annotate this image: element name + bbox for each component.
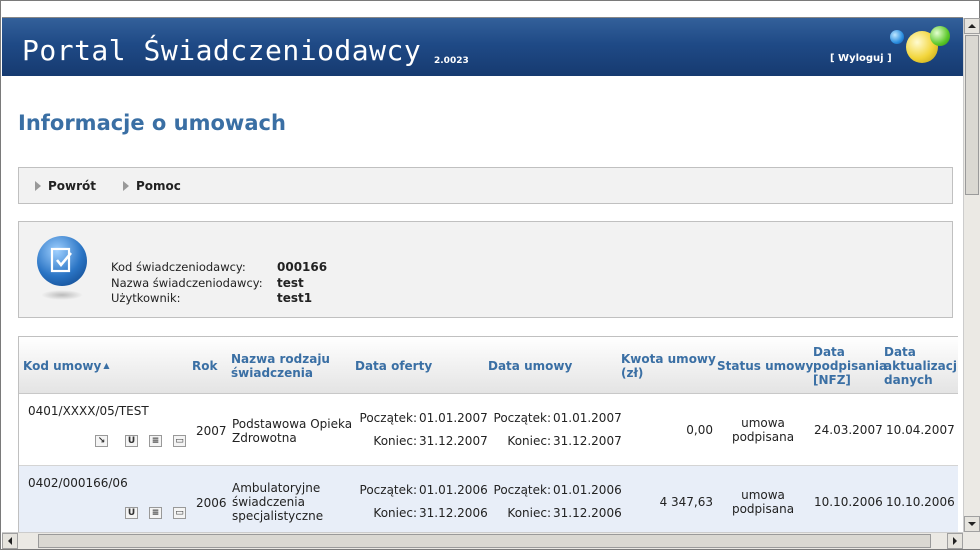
page-viewport: Portal Świadczeniodawcy 2.0023 [ Wyloguj… bbox=[2, 18, 963, 532]
col-header-aktualizacji[interactable]: Data aktualizacji danych bbox=[884, 345, 958, 387]
screen-icon[interactable]: ▭ bbox=[173, 435, 186, 447]
list-icon[interactable]: ≡ bbox=[149, 435, 162, 447]
top-strip bbox=[2, 2, 963, 18]
cell-podpisania: 24.03.2007 bbox=[814, 423, 883, 437]
portal-title: Portal Świadczeniodawcy bbox=[22, 34, 422, 67]
col-header-nazwa[interactable]: Nazwa rodzaju świadczenia bbox=[231, 352, 330, 380]
document-check-icon bbox=[37, 236, 87, 286]
cell-kod[interactable]: 0402/000166/06 bbox=[28, 476, 128, 490]
cell-kwota: 0,00 bbox=[686, 423, 713, 437]
cell-nazwa: Ambulatoryjne świadczenia specjalistyczne bbox=[232, 481, 324, 523]
logo-balls-icon bbox=[888, 24, 958, 76]
table-row[interactable]: 0401/XXXX/05/TEST ↘ U ≡ ▭ 2007 Podstawow… bbox=[19, 394, 958, 466]
back-link[interactable]: Powrót bbox=[35, 179, 96, 193]
col-header-kod[interactable]: Kod umowy ▲ bbox=[23, 359, 109, 373]
cell-oferta-end: 31.12.2006 bbox=[419, 506, 488, 520]
contracts-table: Kod umowy ▲ Rok Nazwa rodzaju świadczenia … bbox=[18, 336, 958, 532]
portal-header: Portal Świadczeniodawcy 2.0023 [ Wyloguj… bbox=[2, 18, 963, 76]
cell-aktualizacji: 10.10.2006 bbox=[886, 495, 955, 509]
col-header-status[interactable]: Status umowy bbox=[717, 359, 813, 373]
arrow-up-icon bbox=[968, 24, 976, 28]
cell-nazwa: Podstawowa Opieka Zdrowotna bbox=[232, 417, 353, 445]
cell-oferta-start: 01.01.2007 bbox=[419, 411, 488, 425]
cell-rok: 2006 bbox=[196, 496, 227, 510]
cell-oferta-start: 01.01.2006 bbox=[419, 483, 488, 497]
vertical-scrollbar[interactable] bbox=[963, 18, 980, 532]
col-header-rok[interactable]: Rok bbox=[192, 359, 217, 373]
cell-umowa-start: 01.01.2007 bbox=[553, 411, 622, 425]
cell-rok: 2007 bbox=[196, 424, 227, 438]
col-header-podpisania[interactable]: Data podpisania [NFZ] bbox=[813, 345, 887, 387]
cell-podpisania: 10.10.2006 bbox=[814, 495, 883, 509]
col-header-kwota[interactable]: Kwota umowy (zł) bbox=[621, 352, 716, 380]
cell-kod[interactable]: 0401/XXXX/05/TEST bbox=[28, 404, 149, 418]
triangle-right-icon bbox=[35, 181, 41, 191]
u-icon[interactable]: U bbox=[125, 435, 138, 447]
table-row[interactable]: 0402/000166/06 U ≡ ▭ 2006 Ambulatoryjne ś… bbox=[19, 466, 958, 532]
cell-umowa-end: 31.12.2006 bbox=[553, 506, 622, 520]
cell-oferta-end: 31.12.2007 bbox=[419, 434, 488, 448]
scroll-up-button[interactable] bbox=[964, 18, 980, 34]
scroll-down-button[interactable] bbox=[964, 516, 980, 532]
list-icon[interactable]: ≡ bbox=[149, 507, 162, 519]
vertical-scroll-thumb[interactable] bbox=[965, 35, 979, 195]
browser-frame: Portal Świadczeniodawcy 2.0023 [ Wyloguj… bbox=[0, 0, 980, 550]
help-link[interactable]: Pomoc bbox=[123, 179, 181, 193]
arrow-down-icon bbox=[968, 522, 976, 526]
u-icon[interactable]: U bbox=[125, 507, 138, 519]
horizontal-scroll-thumb[interactable] bbox=[38, 534, 931, 548]
provider-name-label: Nazwa świadczeniodawcy: bbox=[111, 276, 263, 290]
arrow-icon[interactable]: ↘ bbox=[95, 435, 108, 447]
provider-code-label: Kod świadczeniodawcy: bbox=[111, 260, 246, 274]
cell-aktualizacji: 10.04.2007 bbox=[886, 423, 955, 437]
col-header-oferta[interactable]: Data oferty bbox=[355, 359, 432, 373]
scroll-left-button[interactable] bbox=[2, 533, 18, 549]
provider-info-panel: Kod świadczeniodawcy: 000166 Nazwa świad… bbox=[18, 221, 953, 318]
horizontal-scrollbar[interactable] bbox=[2, 532, 963, 549]
cell-kwota: 4 347,63 bbox=[659, 495, 713, 509]
user-label: Użytkownik: bbox=[111, 291, 181, 305]
scrollbar-corner bbox=[963, 532, 980, 549]
provider-code-value: 000166 bbox=[277, 260, 328, 274]
cell-umowa-end: 31.12.2007 bbox=[553, 434, 622, 448]
screen-icon[interactable]: ▭ bbox=[173, 507, 186, 519]
arrow-left-icon bbox=[8, 537, 12, 545]
user-value: test1 bbox=[277, 291, 313, 305]
page-title: Informacje o umowach bbox=[18, 111, 286, 135]
col-header-umowa[interactable]: Data umowy bbox=[488, 359, 572, 373]
cell-status: umowa podpisana bbox=[731, 488, 795, 516]
action-bar: Powrót Pomoc bbox=[18, 167, 953, 204]
provider-name-value: test bbox=[277, 276, 304, 290]
cell-umowa-start: 01.01.2006 bbox=[553, 483, 622, 497]
portal-version: 2.0023 bbox=[434, 56, 469, 66]
sort-asc-icon: ▲ bbox=[103, 361, 110, 370]
triangle-right-icon bbox=[123, 181, 129, 191]
logout-link[interactable]: [ Wyloguj ] bbox=[830, 53, 892, 64]
cell-status: umowa podpisana bbox=[731, 416, 795, 444]
scroll-right-button[interactable] bbox=[947, 533, 963, 549]
table-header: Kod umowy ▲ Rok Nazwa rodzaju świadczenia … bbox=[19, 337, 958, 394]
arrow-right-icon bbox=[953, 537, 957, 545]
